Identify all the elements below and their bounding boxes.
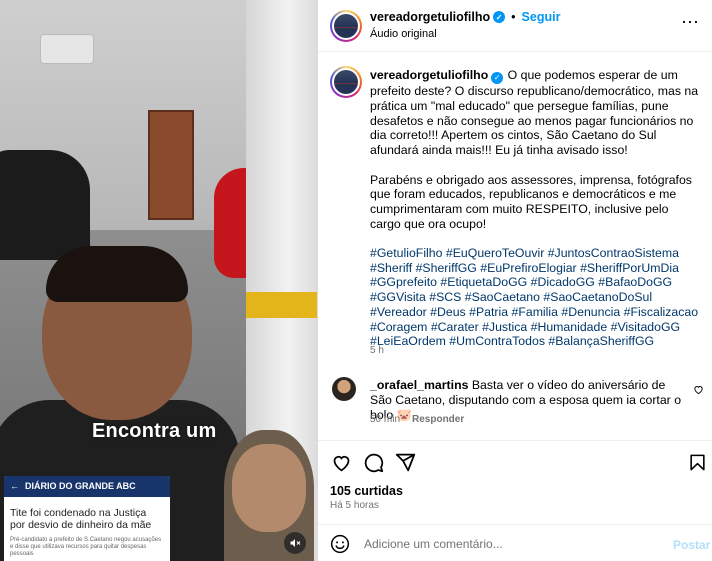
avatar-image (334, 14, 358, 38)
follow-button[interactable]: Seguir (522, 10, 561, 24)
avatar-ring (332, 68, 360, 96)
mute-button[interactable] (284, 532, 306, 554)
caption-body: O que podemos esperar de um prefeito des… (370, 68, 699, 231)
avatar-ring (332, 12, 360, 40)
comment-meta: 50 min Responder (370, 414, 464, 425)
news-body: Pré-candidato a prefeito de S.Caetano ne… (10, 537, 162, 557)
likes-count[interactable]: 105 curtidas (330, 484, 403, 498)
comment-like-heart-icon[interactable] (693, 384, 704, 398)
comment-bubble-icon[interactable] (362, 451, 384, 473)
back-arrow-icon: ← (10, 481, 19, 491)
news-masthead: ← DIÁRIO DO GRANDE ABC (4, 476, 170, 497)
share-send-icon[interactable] (394, 451, 416, 473)
post-header: vereadorgetuliofilho ✓ • Seguir Áudio or… (318, 0, 712, 52)
save-bookmark-icon[interactable] (686, 451, 708, 473)
avatar-image (334, 70, 358, 94)
post-comment-button[interactable]: Postar (673, 538, 710, 552)
reply-button[interactable]: Responder (412, 414, 464, 425)
reel-video[interactable]: Encontra um ← DIÁRIO DO GRANDE ABC Tite … (0, 0, 317, 561)
verified-badge-icon: ✓ (491, 72, 504, 85)
more-options-icon[interactable]: ⋯ (681, 12, 700, 33)
caption-timestamp: 5 h (370, 345, 384, 356)
author-avatar[interactable] (330, 10, 362, 42)
caption-username[interactable]: vereadorgetuliofilho (370, 68, 488, 82)
audio-link[interactable]: Áudio original (370, 28, 437, 40)
emoji-smiley-icon[interactable] (330, 534, 350, 554)
separator-dot: • (511, 10, 516, 24)
speaker-hair (46, 246, 188, 302)
author-username[interactable]: vereadorgetuliofilho (370, 10, 490, 24)
like-heart-icon[interactable] (330, 451, 352, 473)
caption-hashtags[interactable]: #GetulioFilho #EuQueroTeOuvir #JuntosCon… (370, 246, 702, 348)
commenter-username[interactable]: _orafael_martins (370, 378, 468, 392)
news-masthead-text: DIÁRIO DO GRANDE ABC (25, 481, 136, 491)
caption-text-block: vereadorgetuliofilho ✓ O que podemos espe… (370, 68, 700, 349)
action-bar (318, 440, 712, 480)
comment-time: 50 min (370, 414, 401, 425)
video-caption: Encontra um (92, 420, 217, 442)
caption-author-avatar[interactable] (330, 66, 362, 98)
video-air-conditioner (40, 34, 94, 64)
post-age: Há 5 horas (330, 500, 379, 511)
add-comment-bar: Postar (318, 524, 712, 561)
video-pillar-stripe (246, 292, 317, 318)
post-details-panel: vereadorgetuliofilho ✓ • Seguir Áudio or… (317, 0, 712, 561)
video-door (148, 110, 194, 220)
instagram-post-modal: Encontra um ← DIÁRIO DO GRANDE ABC Tite … (0, 0, 712, 561)
post-caption: vereadorgetuliofilho ✓ O que podemos espe… (318, 52, 712, 362)
comment-input[interactable] (364, 534, 664, 554)
muted-speaker-icon (290, 539, 301, 547)
commenter-avatar[interactable] (332, 377, 356, 401)
video-black-car (0, 150, 90, 260)
news-clipping: ← DIÁRIO DO GRANDE ABC Tite foi condenad… (4, 476, 170, 561)
header-user-row: vereadorgetuliofilho ✓ • Seguir (370, 10, 560, 24)
comment-item: _orafael_martins Basta ver o vídeo do an… (318, 370, 712, 430)
inset-person-face (232, 444, 306, 532)
verified-badge-icon: ✓ (493, 11, 506, 23)
news-headline: Tite foi condenado na Justiça por desvio… (10, 507, 152, 531)
